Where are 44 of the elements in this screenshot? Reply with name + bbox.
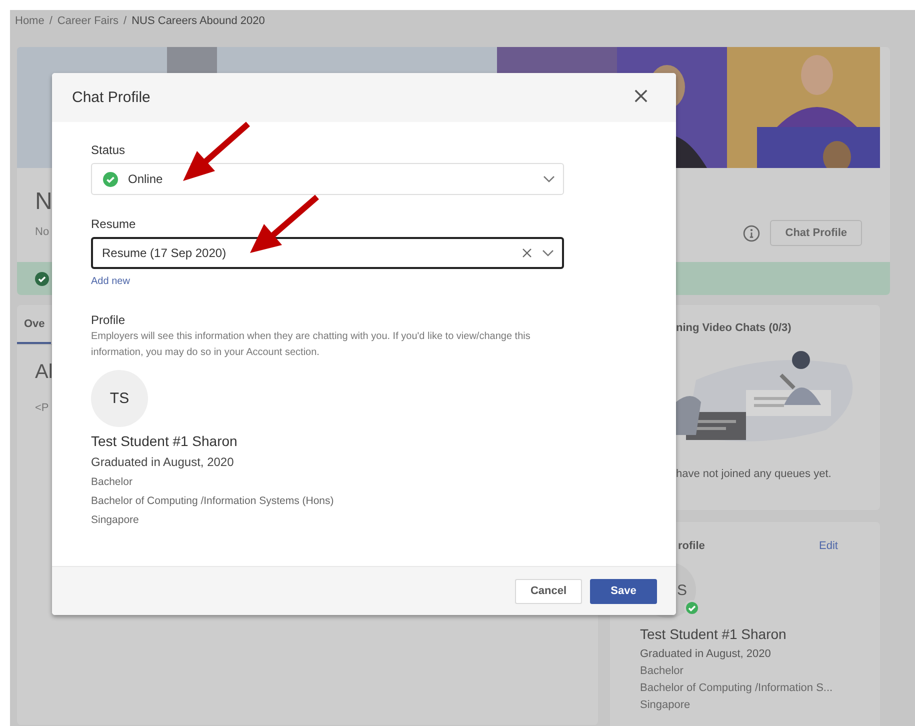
section-heading: Al	[35, 361, 54, 384]
breadcrumb-link[interactable]: NUS Careers Abound 2020	[132, 15, 265, 27]
profile-detail: Singapore	[640, 699, 692, 711]
profile-detail: Bachelor	[91, 476, 134, 488]
annotation-arrow	[250, 194, 319, 253]
card-title: ning Video Chats (0/3)	[676, 322, 792, 334]
check-circle-icon	[35, 272, 49, 286]
card-title: rofile	[678, 540, 705, 552]
status-select[interactable]: Online	[91, 163, 564, 195]
event-subtitle: No	[35, 226, 50, 238]
edit-link[interactable]: Edit	[819, 540, 838, 552]
annotation-arrow	[183, 122, 250, 181]
breadcrumb-separator: /	[49, 15, 52, 27]
profile-detail: Bachelor of Computing /Information Systems (Hons)	[91, 495, 335, 507]
chevron-down-icon[interactable]	[543, 175, 555, 183]
breadcrumb-link[interactable]: Career Fairs	[57, 15, 119, 27]
student-name: Test Student #1 Sharon	[91, 433, 238, 449]
profile-detail: Bachelor	[640, 665, 684, 677]
chat-profile-button[interactable]: Chat Profile	[770, 220, 862, 246]
breadcrumb-link[interactable]: Home	[15, 15, 44, 27]
clear-icon[interactable]	[522, 248, 532, 258]
dialog-title: Chat Profile	[72, 89, 150, 106]
section-text: <P	[35, 402, 50, 414]
profile-detail: Bachelor of Computing /Information S...	[640, 682, 834, 694]
breadcrumb-separator: /	[124, 15, 127, 27]
field-label: Resume	[91, 217, 137, 231]
event-title: N	[35, 188, 54, 216]
section-label: Profile	[91, 313, 126, 327]
save-button[interactable]: Save	[590, 578, 657, 604]
profile-description: Employers will see this information when they are chatting with you. If you'd like to view/change this information, you may do so in your Account section.	[91, 330, 532, 360]
close-icon[interactable]	[634, 88, 648, 102]
empty-state-text: have not joined any queues yet.	[676, 468, 832, 480]
avatar-initials: TS	[110, 390, 130, 407]
field-label: Status	[91, 143, 126, 157]
add-new-link[interactable]: Add new	[91, 276, 130, 287]
chevron-down-icon[interactable]	[542, 249, 554, 257]
resume-select[interactable]: Resume (17 Sep 2020)	[91, 237, 564, 269]
profile-detail: Singapore	[91, 514, 140, 526]
graduation-text: Graduated in August, 2020	[640, 648, 772, 660]
cancel-button[interactable]: Cancel	[515, 578, 582, 604]
student-name: Test Student #1 Sharon	[640, 626, 788, 642]
info-icon[interactable]	[743, 224, 760, 242]
graduation-text: Graduated in August, 2020	[91, 455, 235, 469]
avatar-initials: S	[676, 582, 687, 598]
